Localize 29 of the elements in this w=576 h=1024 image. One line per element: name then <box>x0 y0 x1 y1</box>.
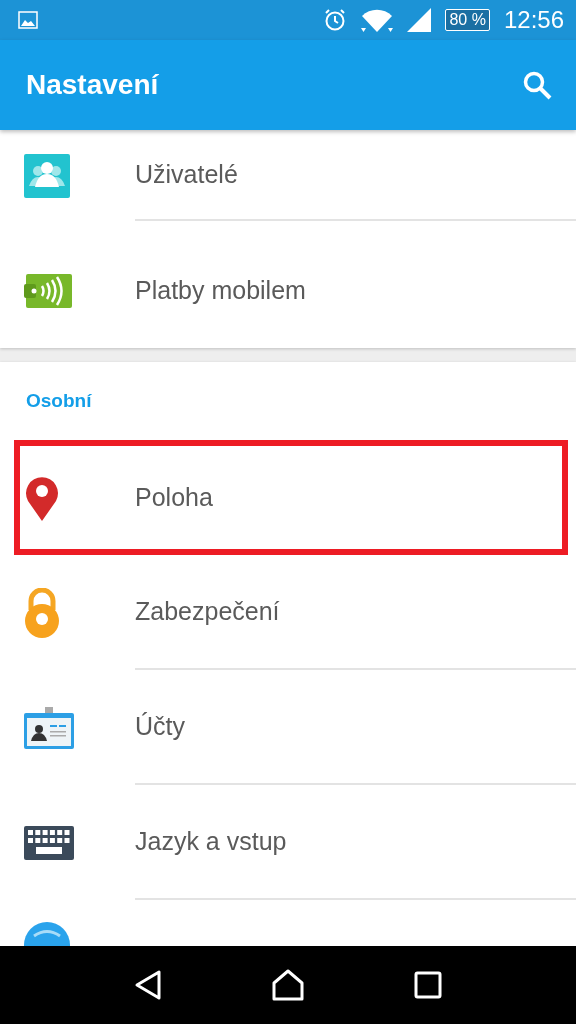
clock-time: 12:56 <box>503 6 564 34</box>
item-label: Uživatelé <box>135 160 238 189</box>
settings-item[interactable]: Uživatelé <box>0 130 576 233</box>
item-label: Poloha <box>135 483 213 512</box>
item-label: Zabezpečení <box>135 597 280 626</box>
search-icon[interactable] <box>522 70 552 100</box>
wallet-icon <box>24 273 72 308</box>
settings-item[interactable]: Platby mobilem <box>0 233 576 348</box>
battery-level: 80 % <box>445 9 490 31</box>
item-label: Účty <box>135 712 185 741</box>
home-icon[interactable] <box>271 969 305 1001</box>
settings-item[interactable]: Zabezpečení <box>0 555 576 670</box>
item-label: Jazyk a vstup <box>135 827 287 856</box>
settings-item[interactable]: Jazyk a vstup <box>0 785 576 900</box>
map-pin-icon <box>24 474 60 521</box>
back-icon[interactable] <box>134 969 163 1001</box>
picture-icon <box>18 11 38 29</box>
item-label: Platby mobilem <box>135 276 306 305</box>
highlighted-settings-item[interactable]: Poloha <box>0 440 576 555</box>
screen-title: Nastavení <box>26 69 160 101</box>
section-header: Osobní <box>25 389 93 413</box>
wifi-icon <box>361 8 394 32</box>
padlock-icon <box>24 587 60 638</box>
recent-apps-icon[interactable] <box>413 971 442 999</box>
settings-item[interactable]: Účty <box>0 670 576 785</box>
keyboard-icon <box>24 825 74 860</box>
users-icon <box>24 153 70 198</box>
signal-icon <box>407 8 432 32</box>
id-card-icon <box>24 706 74 749</box>
